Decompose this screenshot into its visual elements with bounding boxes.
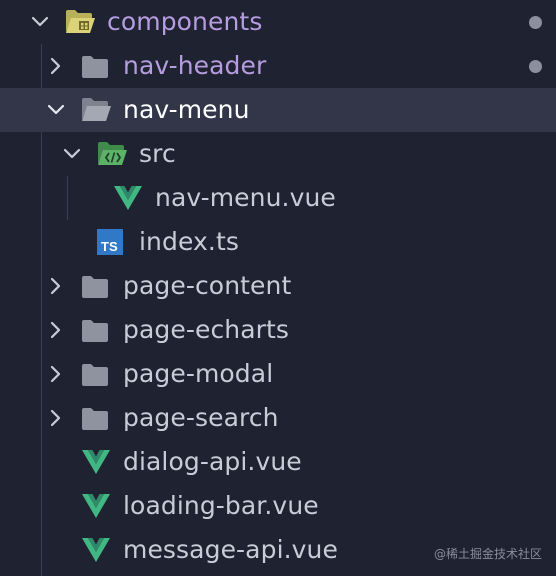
vue-icon bbox=[80, 536, 112, 564]
folder-icon bbox=[80, 317, 112, 345]
tree-item-page-content[interactable]: page-content bbox=[0, 264, 556, 308]
watermark-text: @稀土掘金技术社区 bbox=[433, 547, 542, 561]
tree-item-label: dialog-api.vue bbox=[123, 447, 302, 476]
modified-indicator-dot bbox=[529, 16, 542, 29]
tree-item-label: components bbox=[107, 7, 263, 36]
tree-item-label: loading-bar.vue bbox=[123, 491, 319, 520]
tree-item-page-search[interactable]: page-search bbox=[0, 396, 556, 440]
modified-indicator-dot bbox=[529, 60, 542, 73]
chevron-right-icon[interactable] bbox=[46, 364, 66, 384]
chevron-right-icon[interactable] bbox=[46, 56, 66, 76]
typescript-badge-text: TS bbox=[101, 239, 118, 254]
chevron-down-icon[interactable] bbox=[62, 144, 82, 164]
folder-icon bbox=[80, 273, 112, 301]
tree-item-nav-header[interactable]: nav-header bbox=[0, 44, 556, 88]
tree-item-src[interactable]: src bbox=[0, 132, 556, 176]
chevron-right-icon[interactable] bbox=[46, 276, 66, 296]
tree-item-label: page-content bbox=[123, 271, 292, 300]
chevron-down-icon[interactable] bbox=[30, 12, 50, 32]
tree-item-label: nav-menu.vue bbox=[155, 183, 336, 212]
tree-item-label: nav-menu bbox=[123, 95, 250, 124]
tree-item-label: page-echarts bbox=[123, 315, 290, 344]
tree-item-label: src bbox=[139, 139, 176, 168]
tree-item-dialog-api-vue[interactable]: dialog-api.vue bbox=[0, 440, 556, 484]
typescript-icon: TS bbox=[97, 229, 123, 255]
tree-item-nav-menu[interactable]: nav-menu bbox=[0, 88, 556, 132]
tree-item-loading-bar-vue[interactable]: loading-bar.vue bbox=[0, 484, 556, 528]
folder-open-icon bbox=[80, 96, 112, 124]
tree-item-label: page-search bbox=[123, 403, 279, 432]
tree-item-index-ts[interactable]: TS index.ts bbox=[0, 220, 556, 264]
tree-item-components[interactable]: components bbox=[0, 0, 556, 44]
tree-item-nav-menu-vue[interactable]: nav-menu.vue bbox=[0, 176, 556, 220]
vue-icon bbox=[112, 184, 144, 212]
file-explorer-tree: components nav-header nav-menu src nav-m… bbox=[0, 0, 556, 576]
tree-item-page-echarts[interactable]: page-echarts bbox=[0, 308, 556, 352]
tree-item-label: index.ts bbox=[139, 227, 239, 256]
folder-icon bbox=[80, 53, 112, 81]
folder-open-icon bbox=[64, 8, 96, 36]
vue-icon bbox=[80, 492, 112, 520]
tree-item-label: message-api.vue bbox=[123, 535, 338, 564]
chevron-right-icon[interactable] bbox=[46, 408, 66, 428]
vue-icon bbox=[80, 448, 112, 476]
chevron-right-icon[interactable] bbox=[46, 320, 66, 340]
chevron-down-icon[interactable] bbox=[46, 100, 66, 120]
tree-item-label: nav-header bbox=[123, 51, 267, 80]
folder-icon bbox=[80, 361, 112, 389]
tree-item-label: page-modal bbox=[123, 359, 274, 388]
tree-item-page-modal[interactable]: page-modal bbox=[0, 352, 556, 396]
folder-icon bbox=[80, 405, 112, 433]
source-folder-icon bbox=[96, 140, 128, 168]
